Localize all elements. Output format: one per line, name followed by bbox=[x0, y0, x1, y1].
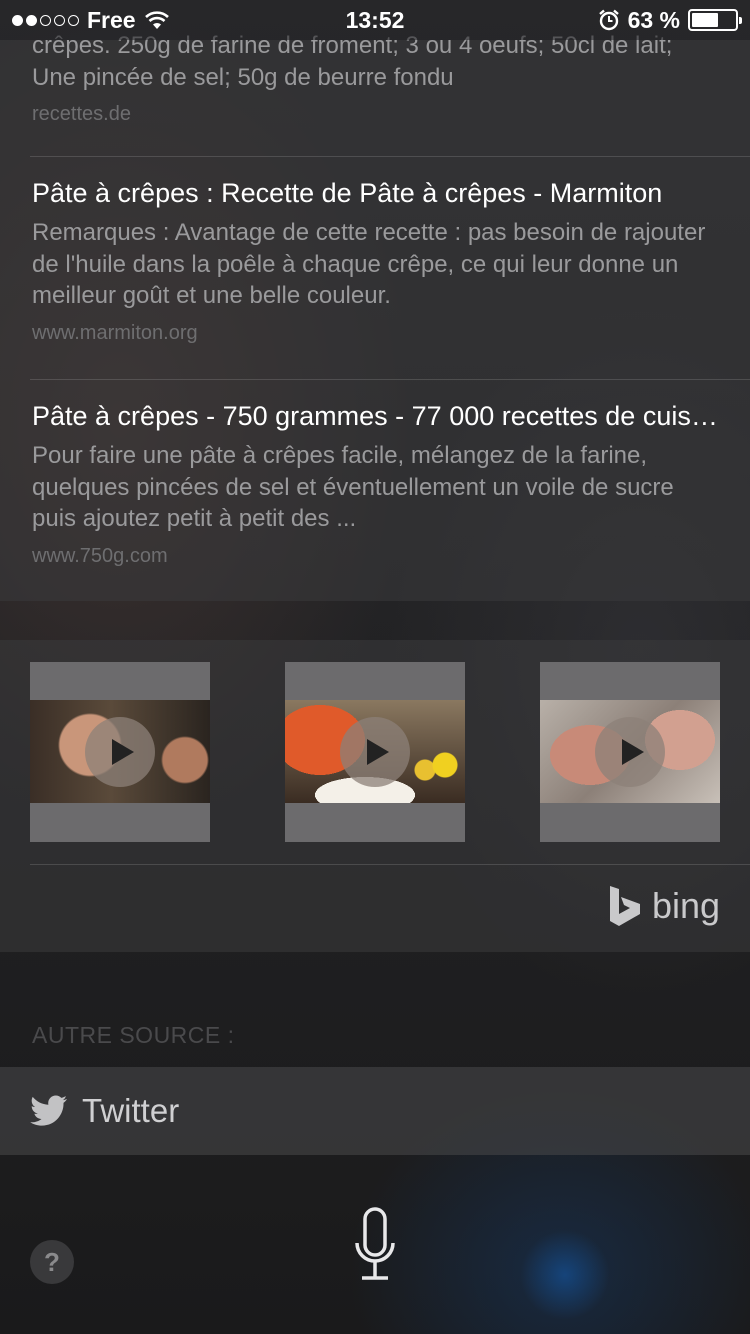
twitter-bird-icon bbox=[30, 1095, 67, 1126]
carrier-name: Free bbox=[87, 6, 136, 33]
twitter-source-row[interactable]: Twitter bbox=[0, 1067, 750, 1155]
help-button[interactable]: ? bbox=[30, 1240, 74, 1284]
battery-icon bbox=[688, 9, 742, 31]
video-thumbnail-2[interactable] bbox=[285, 662, 465, 842]
clock: 13:52 bbox=[345, 6, 405, 33]
bing-label: bing bbox=[651, 885, 720, 926]
alarm-clock-icon bbox=[598, 9, 619, 31]
microphone-icon[interactable] bbox=[350, 1205, 400, 1285]
result-snippet: Remarques : Avantage de cette recette : … bbox=[32, 219, 706, 309]
twitter-label: Twitter bbox=[82, 1092, 180, 1129]
result-title: Pâte à crêpes - 750 grammes - 77 000 rec… bbox=[32, 401, 720, 431]
web-results-card: crêpes. 250g de farine de froment; 3 ou … bbox=[0, 0, 750, 601]
video-results-card: bing bbox=[0, 640, 750, 952]
result-title: Pâte à crêpes : Recette de Pâte à crêpes… bbox=[32, 178, 663, 208]
web-result-3[interactable]: Pâte à crêpes - 750 grammes - 77 000 rec… bbox=[32, 401, 720, 568]
web-result-1[interactable]: crêpes. 250g de farine de froment; 3 ou … bbox=[32, 30, 720, 126]
other-source-label: AUTRE SOURCE : bbox=[32, 1022, 235, 1048]
play-icon bbox=[85, 717, 155, 787]
siri-glow bbox=[520, 1230, 610, 1320]
video-thumbnail-1[interactable] bbox=[30, 662, 210, 842]
battery-percentage: 63 % bbox=[627, 6, 680, 33]
result-url: www.marmiton.org bbox=[32, 321, 198, 344]
bing-logo-icon bbox=[609, 886, 640, 926]
wifi-icon bbox=[144, 11, 169, 29]
result-url: recettes.de bbox=[32, 103, 131, 125]
cellular-signal-icon bbox=[12, 14, 79, 26]
divider bbox=[30, 379, 750, 380]
battery-level bbox=[692, 13, 719, 27]
divider bbox=[30, 156, 750, 157]
play-icon bbox=[340, 717, 410, 787]
bing-attribution[interactable]: bing bbox=[608, 884, 720, 928]
status-bar: Free 13:52 63 % bbox=[0, 0, 750, 40]
video-thumbnail-3[interactable] bbox=[540, 662, 720, 842]
result-url: www.750g.com bbox=[32, 544, 168, 567]
play-icon bbox=[595, 717, 665, 787]
web-result-2[interactable]: Pâte à crêpes : Recette de Pâte à crêpes… bbox=[32, 178, 720, 345]
divider bbox=[30, 864, 750, 865]
result-snippet: Pour faire une pâte à crêpes facile, mél… bbox=[32, 442, 674, 532]
